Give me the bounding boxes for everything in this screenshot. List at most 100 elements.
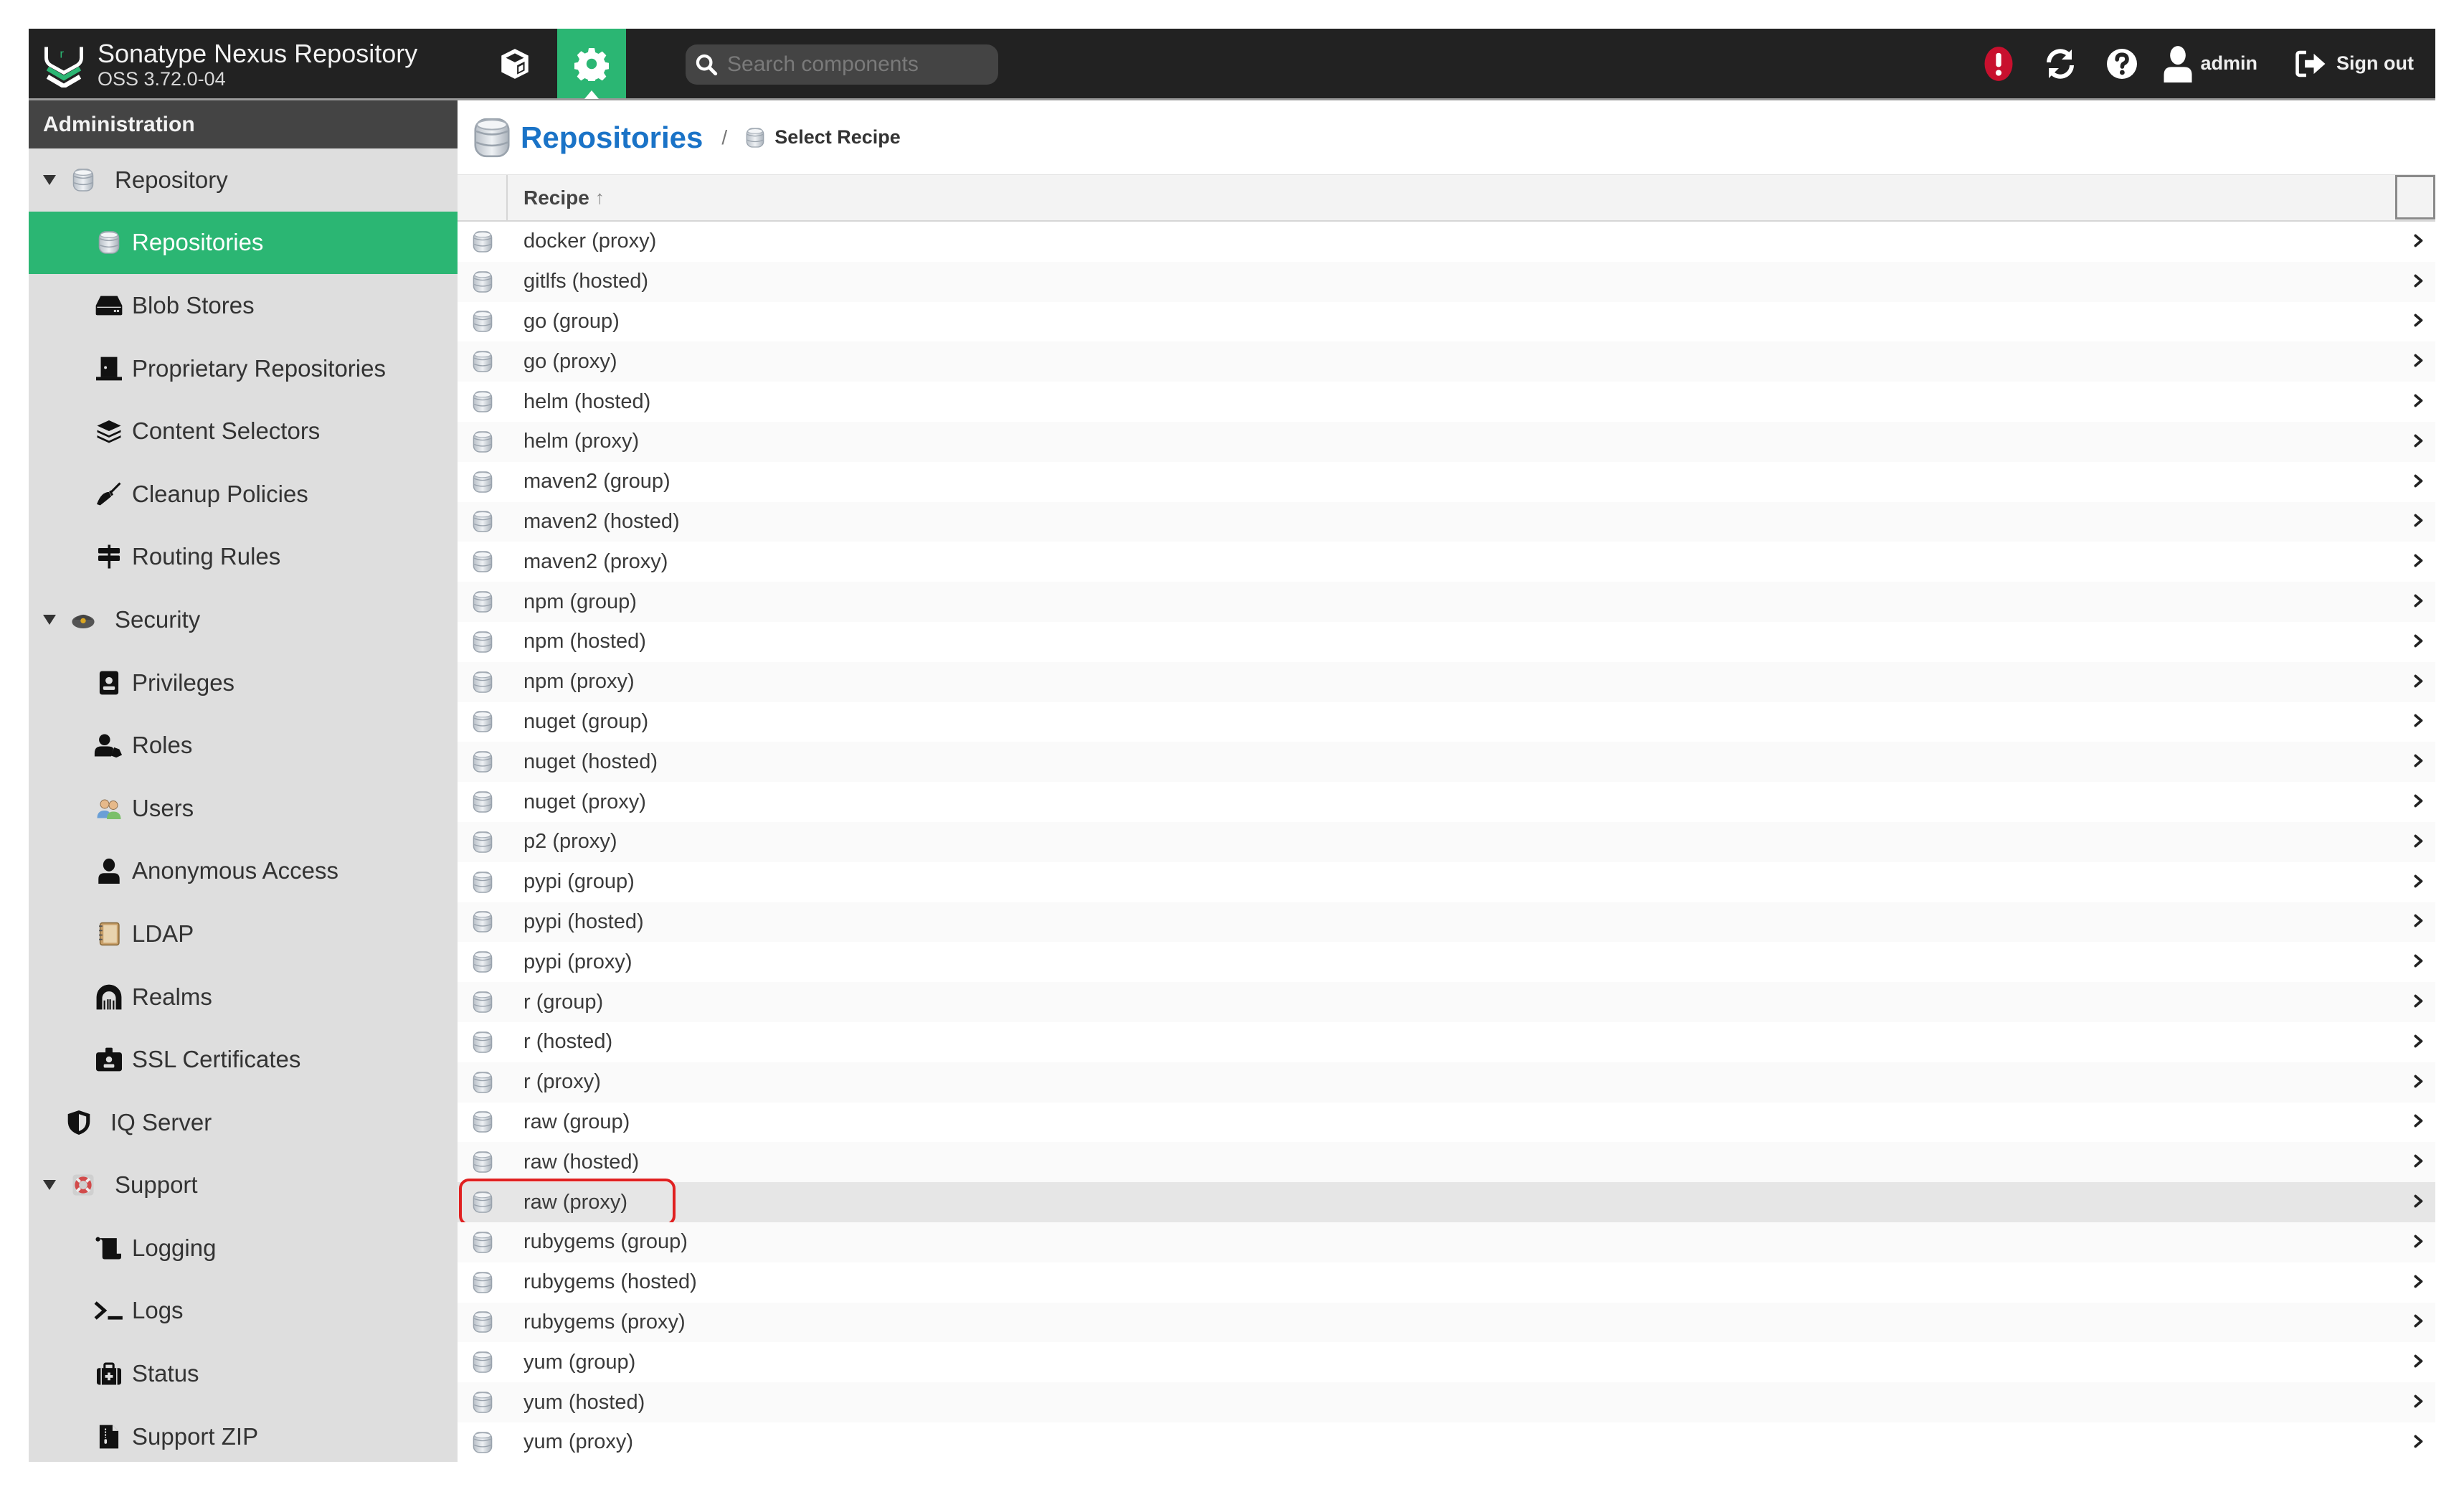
refresh-button[interactable] — [2040, 44, 2080, 84]
sidebar-item-status[interactable]: Status — [29, 1342, 458, 1405]
chevron-right-icon[interactable] — [2414, 550, 2424, 574]
recipe-row[interactable]: raw (hosted) — [458, 1142, 2435, 1183]
chevron-right-icon[interactable] — [2414, 1270, 2424, 1294]
recipe-row[interactable]: helm (proxy) — [458, 421, 2435, 462]
system-alert-button[interactable] — [1979, 44, 2019, 84]
chevron-right-icon[interactable] — [2414, 430, 2424, 453]
sidebar-item-repository[interactable]: Repository — [29, 148, 458, 212]
recipe-row[interactable]: npm (hosted) — [458, 622, 2435, 662]
recipe-row[interactable]: rubygems (proxy) — [458, 1302, 2435, 1343]
chevron-right-icon[interactable] — [2414, 910, 2424, 934]
recipe-row[interactable]: npm (proxy) — [458, 661, 2435, 702]
recipe-row[interactable]: nuget (group) — [458, 702, 2435, 742]
user-menu[interactable]: admin — [2162, 45, 2257, 82]
recipe-row[interactable]: r (hosted) — [458, 1022, 2435, 1062]
chevron-right-icon[interactable] — [2414, 270, 2424, 293]
recipe-row[interactable]: helm (hosted) — [458, 382, 2435, 422]
recipe-row[interactable]: nuget (proxy) — [458, 782, 2435, 822]
chevron-right-icon[interactable] — [2414, 1391, 2424, 1415]
sidebar-item-logs[interactable]: Logs — [29, 1280, 458, 1343]
chevron-right-icon[interactable] — [2414, 870, 2424, 894]
sidebar-item-iq-server[interactable]: IQ Server — [29, 1091, 458, 1154]
chevron-right-icon[interactable] — [2414, 1191, 2424, 1214]
chevron-right-icon[interactable] — [2414, 470, 2424, 494]
sidebar-item-content-selectors[interactable]: Content Selectors — [29, 400, 458, 463]
sidebar-item-ldap[interactable]: LDAP — [29, 902, 458, 965]
icon-column-header — [458, 175, 508, 220]
sidebar-item-support-zip[interactable]: Support ZIP — [29, 1405, 458, 1468]
recipe-row[interactable]: pypi (group) — [458, 862, 2435, 902]
recipe-row[interactable]: maven2 (proxy) — [458, 542, 2435, 582]
expand-arrow-icon[interactable] — [43, 1180, 56, 1191]
recipe-row[interactable]: r (proxy) — [458, 1062, 2435, 1103]
recipe-row[interactable]: maven2 (hosted) — [458, 501, 2435, 542]
chevron-right-icon[interactable] — [2414, 1151, 2424, 1174]
help-button[interactable] — [2102, 44, 2142, 84]
chevron-right-icon[interactable] — [2414, 1430, 2424, 1454]
recipe-row[interactable]: yum (hosted) — [458, 1382, 2435, 1422]
chevron-right-icon[interactable] — [2414, 1070, 2424, 1094]
search-components-input[interactable] — [726, 52, 987, 77]
chevron-right-icon[interactable] — [2414, 1030, 2424, 1054]
chevron-right-icon[interactable] — [2414, 230, 2424, 253]
recipe-row[interactable]: gitlfs (hosted) — [458, 261, 2435, 302]
recipe-row[interactable]: raw (group) — [458, 1103, 2435, 1143]
sidebar-item-cleanup-policies[interactable]: Cleanup Policies — [29, 463, 458, 526]
chevron-right-icon[interactable] — [2414, 950, 2424, 974]
recipe-row[interactable]: rubygems (hosted) — [458, 1262, 2435, 1303]
recipe-column-header[interactable]: Recipe ↑ — [523, 186, 605, 209]
chevron-right-icon[interactable] — [2414, 991, 2424, 1014]
recipe-row[interactable]: pypi (proxy) — [458, 942, 2435, 982]
sidebar-item-logging[interactable]: Logging — [29, 1217, 458, 1280]
recipe-row[interactable]: yum (group) — [458, 1342, 2435, 1382]
recipe-row[interactable]: raw (proxy) — [458, 1179, 2435, 1227]
column-menu-button[interactable] — [2395, 175, 2435, 219]
chevron-right-icon[interactable] — [2414, 1311, 2424, 1334]
recipe-row[interactable]: pypi (hosted) — [458, 902, 2435, 943]
chevron-right-icon[interactable] — [2414, 390, 2424, 414]
sidebar-item-support[interactable]: Support — [29, 1154, 458, 1217]
sidebar-item-users[interactable]: Users — [29, 777, 458, 840]
expand-arrow-icon[interactable] — [43, 174, 56, 185]
sidebar-item-blob-stores[interactable]: Blob Stores — [29, 274, 458, 337]
recipe-row[interactable]: go (proxy) — [458, 341, 2435, 382]
recipe-row[interactable]: nuget (hosted) — [458, 742, 2435, 783]
recipe-row[interactable]: p2 (proxy) — [458, 821, 2435, 862]
chevron-right-icon[interactable] — [2414, 1351, 2424, 1374]
recipe-row[interactable]: maven2 (group) — [458, 462, 2435, 502]
brand[interactable]: r Sonatype Nexus Repository OSS 3.72.0-0… — [43, 39, 417, 90]
chevron-right-icon[interactable] — [2414, 750, 2424, 774]
chevron-right-icon[interactable] — [2414, 510, 2424, 534]
chevron-right-icon[interactable] — [2414, 630, 2424, 653]
chevron-right-icon[interactable] — [2414, 1110, 2424, 1134]
recipe-row[interactable]: rubygems (group) — [458, 1222, 2435, 1262]
chevron-right-icon[interactable] — [2414, 1230, 2424, 1254]
recipe-row[interactable]: go (group) — [458, 302, 2435, 342]
breadcrumb-repositories-link[interactable]: Repositories — [521, 121, 703, 155]
sidebar-item-proprietary-repositories[interactable]: Proprietary Repositories — [29, 337, 458, 400]
chevron-right-icon[interactable] — [2414, 830, 2424, 854]
sidebar-item-roles[interactable]: Roles — [29, 714, 458, 777]
chevron-right-icon[interactable] — [2414, 790, 2424, 814]
sidebar-item-routing-rules[interactable]: Routing Rules — [29, 526, 458, 589]
recipe-row[interactable]: npm (group) — [458, 582, 2435, 622]
recipe-row[interactable]: yum (proxy) — [458, 1422, 2435, 1463]
search-box[interactable] — [686, 44, 998, 85]
chevron-right-icon[interactable] — [2414, 310, 2424, 334]
sidebar-item-anonymous-access[interactable]: Anonymous Access — [29, 840, 458, 903]
sign-out-button[interactable]: Sign out — [2295, 49, 2414, 78]
chevron-right-icon[interactable] — [2414, 670, 2424, 694]
sidebar-item-repositories[interactable]: Repositories — [29, 211, 458, 275]
expand-arrow-icon[interactable] — [43, 614, 56, 625]
recipe-row[interactable]: r (group) — [458, 982, 2435, 1022]
recipe-row[interactable]: docker (proxy) — [458, 222, 2435, 262]
chevron-right-icon[interactable] — [2414, 590, 2424, 614]
sidebar-item-privileges[interactable]: Privileges — [29, 651, 458, 714]
chevron-right-icon[interactable] — [2414, 350, 2424, 374]
administration-button[interactable] — [557, 29, 626, 99]
browse-button[interactable] — [480, 29, 549, 98]
sidebar-item-realms[interactable]: Realms — [29, 965, 458, 1029]
sidebar-item-ssl-certificates[interactable]: SSL Certificates — [29, 1028, 458, 1091]
chevron-right-icon[interactable] — [2414, 710, 2424, 734]
sidebar-item-security[interactable]: Security — [29, 588, 458, 651]
